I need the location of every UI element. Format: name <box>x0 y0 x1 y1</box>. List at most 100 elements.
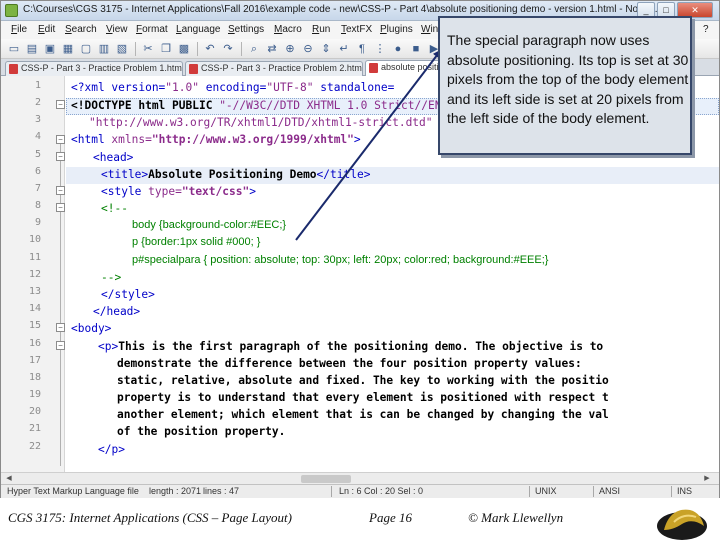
undo-icon[interactable]: ↶ <box>203 42 217 56</box>
code-line: <p>This is the first paragraph of the po… <box>98 340 604 353</box>
scroll-left-arrow-icon[interactable]: ◀ <box>3 473 15 484</box>
code-line: </p> <box>98 443 125 456</box>
menu-run[interactable]: Run <box>312 24 330 35</box>
scroll-right-arrow-icon[interactable]: ▶ <box>701 473 713 484</box>
ucf-pegasus-logo <box>657 509 707 540</box>
status-separator <box>593 486 594 497</box>
status-bar: Hyper Text Markup Language file length :… <box>1 484 719 498</box>
line-number: 12 <box>28 269 41 280</box>
code-line: static, relative, absolute and fixed. Th… <box>117 374 609 387</box>
print-icon[interactable]: ▧ <box>115 42 129 56</box>
tab-label: CSS-P - Part 3 - Practice Problem 2.html <box>201 63 363 73</box>
menu-textfx[interactable]: TextFX <box>341 24 372 35</box>
status-insert-mode: INS <box>677 486 693 496</box>
line-number: 4 <box>34 131 41 142</box>
tab-practice-problem-1[interactable]: CSS-P - Part 3 - Practice Problem 1.html <box>5 61 183 76</box>
line-number: 10 <box>28 234 41 245</box>
line-number: 21 <box>28 423 41 434</box>
fold-toggle-icon[interactable]: − <box>56 186 65 195</box>
line-number: 7 <box>34 183 41 194</box>
line-number: 15 <box>28 320 41 331</box>
line-number: 18 <box>28 372 41 383</box>
line-number: 8 <box>34 200 41 211</box>
fold-toggle-icon[interactable]: − <box>56 152 65 161</box>
menu-edit[interactable]: Edit <box>38 24 55 35</box>
fold-toggle-icon[interactable]: − <box>56 135 65 144</box>
explanation-callout: The special paragraph now uses absolute … <box>438 16 692 155</box>
open-icon[interactable]: ▤ <box>25 42 39 56</box>
replace-icon[interactable]: ⇄ <box>265 42 279 56</box>
copy-icon[interactable]: ❐ <box>159 42 173 56</box>
redo-icon[interactable]: ↷ <box>221 42 235 56</box>
sync-scroll-icon[interactable]: ⇕ <box>319 42 333 56</box>
fold-toggle-icon[interactable]: − <box>56 203 65 212</box>
horizontal-scrollbar[interactable]: ◀ ▶ <box>1 472 719 484</box>
save-icon[interactable]: ▣ <box>43 42 57 56</box>
line-number: 9 <box>34 217 41 228</box>
code-line: another element; which element that is c… <box>117 408 609 421</box>
slide-footer: CGS 3175: Internet Applications (CSS – P… <box>0 498 720 540</box>
fold-toggle-icon[interactable]: − <box>56 341 65 350</box>
status-separator <box>331 486 332 497</box>
line-number: 11 <box>28 252 41 263</box>
code-line: <html xmlns="http://www.w3.org/1999/xhtm… <box>71 133 361 146</box>
footer-author: © Mark Llewellyn <box>468 510 564 525</box>
code-line: <head> <box>93 151 134 164</box>
code-line: property is to understand that every ele… <box>117 391 609 404</box>
footer-page-number: Page 16 <box>369 510 412 525</box>
status-separator <box>529 486 530 497</box>
notepad-app-icon <box>5 4 18 17</box>
menu-macro[interactable]: Macro <box>274 24 302 35</box>
tab-practice-problem-2[interactable]: CSS-P - Part 3 - Practice Problem 2.html <box>185 61 363 76</box>
file-icon <box>9 64 18 74</box>
paste-icon[interactable]: ▩ <box>177 42 191 56</box>
close-icon[interactable]: ▢ <box>79 42 93 56</box>
file-icon <box>189 64 198 74</box>
file-icon <box>369 63 378 73</box>
code-line: <!-- <box>101 202 128 215</box>
save-all-icon[interactable]: ▦ <box>61 42 75 56</box>
status-file-type: Hyper Text Markup Language file <box>7 486 139 496</box>
find-icon[interactable]: ⌕ <box>247 42 261 56</box>
code-line: <!DOCTYPE html PUBLIC "-//W3C//DTD XHTML… <box>71 99 449 112</box>
cut-icon[interactable]: ✂ <box>141 42 155 56</box>
menu-format[interactable]: Format <box>136 24 168 35</box>
new-icon[interactable]: ▭ <box>7 42 21 56</box>
code-line: <title>Absolute Positioning Demo</title> <box>101 168 371 181</box>
show-all-chars-icon[interactable]: ¶ <box>355 42 369 56</box>
code-line: "http://www.w3.org/TR/xhtml1/DTD/xhtml1-… <box>89 116 433 129</box>
status-encoding: ANSI <box>599 486 621 496</box>
word-wrap-icon[interactable]: ↵ <box>337 42 351 56</box>
indent-guide-icon[interactable]: ⋮ <box>373 42 387 56</box>
status-length: length : 2071 <box>149 486 202 496</box>
code-line: p#specialpara { position: absolute; top:… <box>132 254 549 266</box>
menu-language[interactable]: Language <box>176 24 221 35</box>
record-macro-icon[interactable]: ● <box>391 42 405 56</box>
status-lines: lines : 47 <box>203 486 240 496</box>
line-number: 5 <box>34 149 41 160</box>
tab-label: CSS-P - Part 3 - Practice Problem 1.html <box>21 63 183 73</box>
code-line: <?xml version="1.0" encoding="UTF-8" sta… <box>71 81 395 94</box>
status-cursor-position: Ln : 6 Col : 20 Sel : 0 <box>339 486 424 496</box>
zoom-out-icon[interactable]: ⊖ <box>301 42 315 56</box>
footer-course-title: CGS 3175: Internet Applications (CSS – P… <box>8 510 292 525</box>
code-line: body {background-color:#EEC;} <box>132 219 287 231</box>
fold-toggle-icon[interactable]: − <box>56 323 65 332</box>
toolbar-separator <box>197 42 198 56</box>
code-line: </style> <box>101 288 155 301</box>
menu-view[interactable]: View <box>106 24 128 35</box>
menu-plugins[interactable]: Plugins <box>380 24 413 35</box>
menu-settings[interactable]: Settings <box>228 24 264 35</box>
menu-search[interactable]: Search <box>65 24 97 35</box>
stop-macro-icon[interactable]: ■ <box>409 42 423 56</box>
scrollbar-thumb[interactable] <box>301 475 351 483</box>
close-all-icon[interactable]: ▥ <box>97 42 111 56</box>
menu-help[interactable]: ? <box>703 24 709 35</box>
menu-file[interactable]: File <box>11 24 27 35</box>
code-line: --> <box>101 271 122 284</box>
zoom-in-icon[interactable]: ⊕ <box>283 42 297 56</box>
line-number: 13 <box>28 286 41 297</box>
fold-toggle-icon[interactable]: − <box>56 100 65 109</box>
line-number: 2 <box>34 97 41 108</box>
line-number: 20 <box>28 406 41 417</box>
